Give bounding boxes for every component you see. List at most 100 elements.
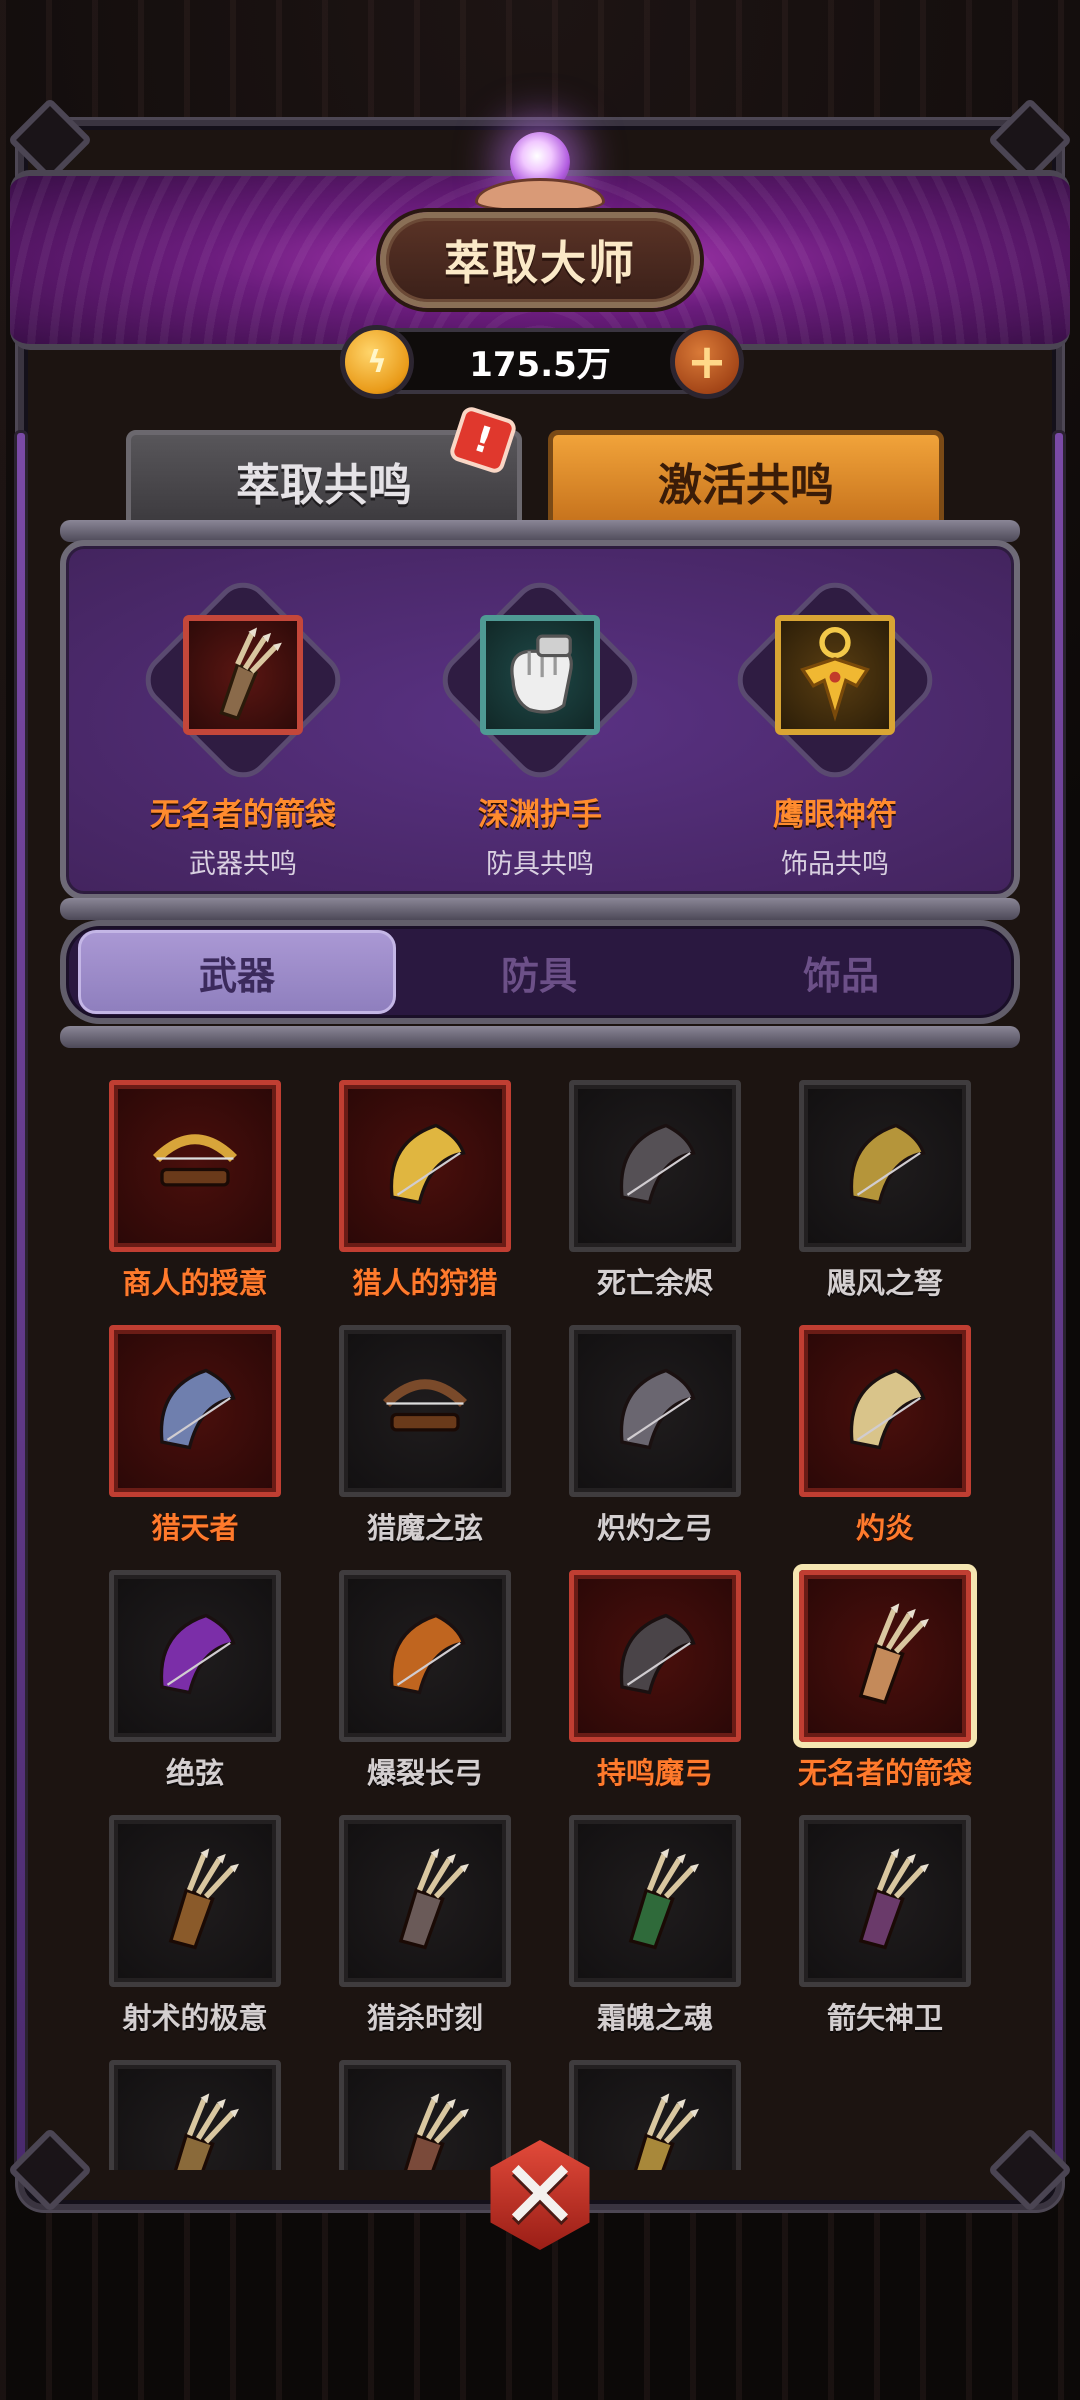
tab-armor[interactable]: 防具 [380,930,698,1014]
resonance-frame [725,571,945,789]
tab-label: 激活共鸣 [658,460,834,511]
tab-label: 防具 [500,953,577,998]
resonance-frame [430,571,650,789]
rail-middle [60,898,1020,920]
item-slot [799,1080,971,1252]
resonance-slot-weapon[interactable]: 无名者的箭袋 武器共鸣 [133,571,353,881]
grid-item[interactable]: 爆裂长弓 [325,1570,525,1792]
currency-value: 175.5万 [469,344,611,385]
item-name: 猎杀时刻 [366,2001,483,2035]
item-name: 炽灼之弓 [596,1511,713,1545]
item-slot [109,1325,281,1497]
rail-top [60,520,1020,542]
eagle-amulet-icon [775,615,895,735]
bow-icon [600,1109,710,1223]
grid-item[interactable] [95,2060,295,2170]
grid-item[interactable]: 猎魔之弦 [325,1325,525,1547]
grid-item[interactable]: 飓风之弩 [785,1080,985,1302]
resonance-name: 鹰眼神符 [773,797,897,833]
resonance-type: 防具共鸣 [486,849,594,880]
resonance-type: 武器共鸣 [189,849,297,880]
bow-icon [600,1599,710,1713]
item-name: 射术的极意 [122,2001,268,2035]
item-slot [569,1080,741,1252]
quiver-icon [600,2089,710,2170]
grid-item[interactable]: 死亡余烬 [555,1080,755,1302]
tab-label: 饰品 [802,953,879,998]
item-slot [109,2060,281,2170]
item-name: 箭矢神卫 [826,2001,943,2035]
bow-icon [140,1599,250,1713]
tab-activate-resonance[interactable]: 激活共鸣 [548,430,944,532]
grid-item[interactable]: 绝弦 [95,1570,295,1792]
quiver-icon [830,1844,940,1958]
item-slot [569,1815,741,1987]
item-slot [339,1815,511,1987]
crossbow-icon [370,1354,480,1468]
item-slot [339,1080,511,1252]
resonance-frame [133,571,353,789]
bow-icon [830,1354,940,1468]
quiver-icon [370,2089,480,2170]
resonance-slot-accessory[interactable]: 鹰眼神符 饰品共鸣 [725,571,945,881]
grid-item[interactable]: 猎杀时刻 [325,1815,525,2037]
quiver-icon [830,1599,940,1713]
resonance-slot-armor[interactable]: 深渊护手 防具共鸣 [430,571,650,881]
item-name: 猎魔之弦 [366,1511,483,1545]
lightning-coin-icon: ϟ [340,325,414,399]
bow-icon [370,1599,480,1713]
grid-item[interactable]: 灼炎 [785,1325,985,1547]
item-name: 死亡余烬 [596,1266,713,1300]
item-name: 猎人的狩猎 [352,1266,498,1300]
quiver-icon [140,1844,250,1958]
bow-icon [830,1109,940,1223]
resonance-type: 饰品共鸣 [781,849,889,880]
item-slot [799,1570,971,1742]
gauntlet-icon [480,615,600,735]
crossbow-icon [140,1109,250,1223]
item-slot [569,1325,741,1497]
quiver-icon [370,1844,480,1958]
item-name: 无名者的箭袋 [797,1756,972,1790]
grid-item[interactable]: 射术的极意 [95,1815,295,2037]
page-title: 萃取大师 [444,236,636,290]
item-name: 灼炎 [855,1511,914,1545]
bow-icon [140,1354,250,1468]
grid-item[interactable]: 猎天者 [95,1325,295,1547]
item-slot [109,1815,281,1987]
add-currency-button[interactable]: + [670,325,744,399]
item-name: 绝弦 [165,1756,224,1790]
item-name: 爆裂长弓 [366,1756,483,1790]
item-slot [109,1570,281,1742]
grid-item[interactable]: 猎人的狩猎 [325,1080,525,1302]
tab-label: 武器 [198,953,275,998]
item-slot [339,1325,511,1497]
resonance-name: 无名者的箭袋 [150,797,336,833]
quiver-icon [140,2089,250,2170]
item-slot [799,1815,971,1987]
item-slot [339,1570,511,1742]
panel-right-strip [1052,430,1066,2170]
grid-item[interactable]: 炽灼之弓 [555,1325,755,1547]
grid-item[interactable]: 箭矢神卫 [785,1815,985,2037]
quiver-icon [600,1844,710,1958]
grid-item[interactable]: 商人的授意 [95,1080,295,1302]
grid-item[interactable]: 无名者的箭袋 [785,1570,985,1792]
item-slot [569,1570,741,1742]
item-name: 猎天者 [151,1511,239,1545]
tab-weapons[interactable]: 武器 [78,930,396,1014]
close-button[interactable]: ✕ [469,2124,611,2266]
item-name: 持鸣魔弓 [596,1756,713,1790]
tab-accessories[interactable]: 饰品 [682,930,1000,1014]
rail-bottom [60,1026,1020,1048]
grid-item[interactable]: 持鸣魔弓 [555,1570,755,1792]
close-x-icon: ✕ [499,2139,581,2251]
item-name: 飓风之弩 [826,1266,943,1300]
grid-item[interactable]: 霜魄之魂 [555,1815,755,2037]
item-name: 霜魄之魂 [596,2001,713,2035]
item-grid: 商人的授意 猎人的狩猎 死亡余烬 飓风之弩猎天者 猎魔之弦 炽灼之弓 灼炎绝弦 爆裂长弓 持鸣魔… [60,1050,1020,2170]
tab-label: 萃取共鸣 [236,460,412,511]
plus-icon: + [686,334,728,390]
panel-left-strip [14,430,28,2170]
item-name: 商人的授意 [122,1266,268,1300]
